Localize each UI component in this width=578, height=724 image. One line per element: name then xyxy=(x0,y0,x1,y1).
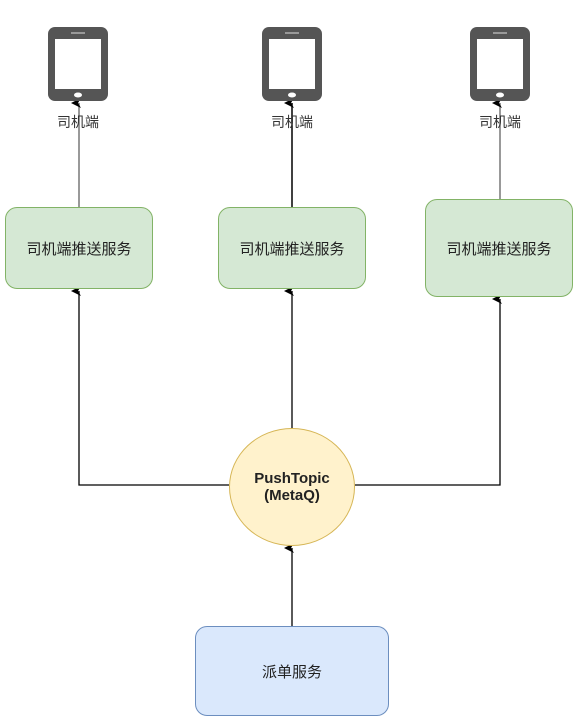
node-label: 司机端推送服务 xyxy=(26,239,132,258)
client-label: 司机端 xyxy=(271,115,313,131)
dispatch-service-node[interactable]: 派单服务 xyxy=(195,626,389,716)
push-service-node[interactable]: 司机端推送服务 xyxy=(5,207,153,289)
tablet-icon xyxy=(48,27,108,101)
node-label: 司机端推送服务 xyxy=(239,239,345,258)
push-topic-node[interactable]: PushTopic (MetaQ) xyxy=(229,428,355,546)
push-service-node[interactable]: 司机端推送服务 xyxy=(425,199,573,297)
topic-name: PushTopic xyxy=(254,470,330,487)
tablet-icon xyxy=(262,27,322,101)
push-service-node[interactable]: 司机端推送服务 xyxy=(218,207,366,289)
diagram-canvas: 司机端 司机端 司机端 司机端推送服务 司机端推送服务 司机端推送服务 Push… xyxy=(0,0,578,724)
client-label: 司机端 xyxy=(57,115,99,131)
topic-subtitle: (MetaQ) xyxy=(264,487,320,504)
arrow-topic-to-service3 xyxy=(355,294,502,486)
node-label: 派单服务 xyxy=(261,662,322,681)
client-label: 司机端 xyxy=(479,115,521,131)
tablet-icon xyxy=(470,27,530,101)
arrow-topic-to-service1 xyxy=(71,286,229,486)
connectors xyxy=(71,98,502,626)
node-label: 司机端推送服务 xyxy=(446,239,552,258)
